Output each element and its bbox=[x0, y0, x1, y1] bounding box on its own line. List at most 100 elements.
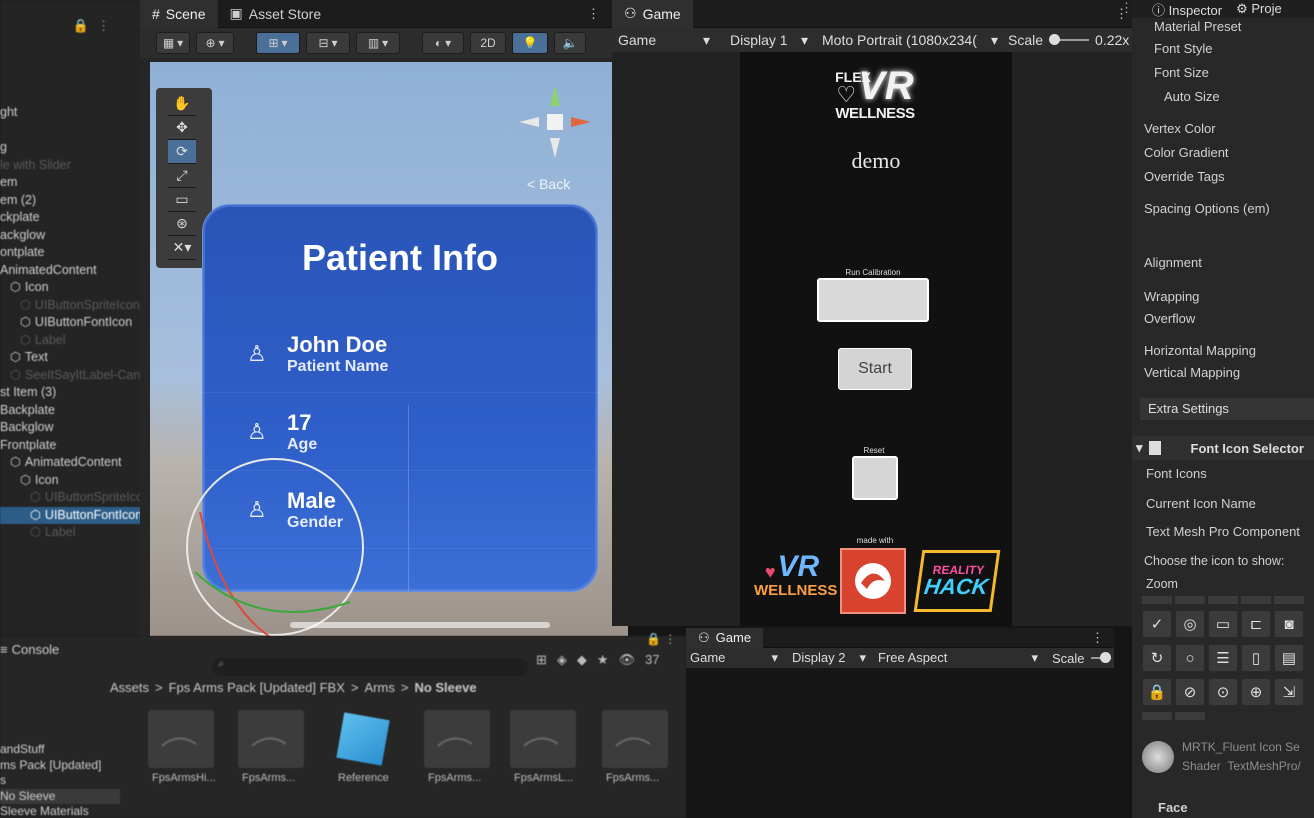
project-lock-icon[interactable]: 🔒 ⋮ bbox=[646, 632, 676, 646]
game2-slider-thumb[interactable] bbox=[1099, 652, 1111, 663]
game-mode-dropdown[interactable]: Game ▾ bbox=[612, 32, 718, 49]
favorite-star-icon[interactable]: ★ bbox=[597, 652, 609, 668]
more-menu-icon[interactable]: ⋮ bbox=[97, 18, 110, 34]
lock-icon[interactable]: 🔒 bbox=[73, 18, 89, 34]
console-tab[interactable]: ≡ Console bbox=[0, 642, 59, 657]
refresh-icon[interactable]: ↻ bbox=[1142, 644, 1172, 672]
search-field[interactable]: ⌕ bbox=[212, 658, 528, 676]
globe-icon: ⊕ bbox=[205, 36, 216, 50]
tab-asset-store[interactable]: ▣ Asset Store bbox=[218, 0, 334, 28]
game2-more-icon[interactable]: ⋮ bbox=[1091, 630, 1114, 646]
hack-text: HACK bbox=[922, 574, 990, 599]
icon-grid-spacer bbox=[1175, 712, 1205, 720]
shader-value[interactable]: TextMeshPro/ bbox=[1227, 759, 1300, 773]
rotate-tool-icon[interactable]: ⟳ bbox=[168, 140, 196, 164]
gizmo-grid-button[interactable]: ▥ ▾ bbox=[356, 32, 400, 54]
resolution-dropdown[interactable]: Moto Portrait (1080x234(▾ bbox=[812, 32, 1002, 49]
scale-slider[interactable] bbox=[1049, 34, 1090, 45]
hierarchy-item-label: Backglow bbox=[0, 420, 54, 434]
project-tree-item[interactable]: No Sleeve bbox=[0, 788, 120, 804]
shading-mode-button[interactable]: ◐ ▾ bbox=[422, 32, 464, 54]
mesh-arm-icon bbox=[161, 737, 197, 747]
camera-icon[interactable]: ◙ bbox=[1274, 610, 1304, 638]
chat-bubble-icon[interactable]: ◎ bbox=[1175, 610, 1205, 638]
scene-horizontal-scrollbar[interactable] bbox=[290, 622, 550, 628]
add-circle-icon[interactable]: ⊕ bbox=[1241, 678, 1271, 706]
label-tag-icon[interactable]: ◆ bbox=[577, 652, 587, 668]
checkmark-icon[interactable]: ✓ bbox=[1142, 610, 1172, 638]
game2-aspect-label: Free Aspect bbox=[878, 650, 948, 665]
game2-display-dropdown[interactable]: Display 2 ▾ bbox=[784, 650, 870, 666]
asset-thumbnail[interactable] bbox=[148, 710, 214, 768]
extra-settings-header[interactable]: Extra Settings bbox=[1140, 398, 1314, 420]
lighting-toggle-button[interactable]: 💡 bbox=[512, 32, 548, 54]
tab-game[interactable]: ⚇ Game bbox=[612, 0, 693, 28]
display-dropdown[interactable]: Display 1 ▾ bbox=[718, 32, 812, 49]
gameobject-cube-icon: ⬡ bbox=[10, 280, 21, 294]
reset-button[interactable] bbox=[852, 456, 898, 500]
patient-field-row[interactable]: ♙ John Doe Patient Name bbox=[203, 315, 597, 393]
orientation-gizmo[interactable] bbox=[515, 82, 595, 162]
scale-slider-thumb[interactable] bbox=[1049, 34, 1061, 45]
snap-increment-button[interactable]: ⊟ ▾ bbox=[306, 32, 350, 54]
panel-icon[interactable]: ▤ bbox=[1274, 644, 1304, 672]
back-label[interactable]: < Back bbox=[527, 176, 570, 192]
draw-mode-button[interactable]: ▦ ▾ bbox=[156, 32, 190, 54]
asset-thumbnail[interactable] bbox=[510, 710, 576, 768]
breadcrumb-item[interactable]: Fps Arms Pack [Updated] FBX bbox=[169, 680, 345, 695]
tab-scene[interactable]: # Scene bbox=[140, 0, 218, 28]
game2-scale-control[interactable]: Scale bbox=[1042, 651, 1111, 666]
circle-icon[interactable]: ○ bbox=[1175, 644, 1205, 672]
asset-thumbnail[interactable] bbox=[238, 710, 304, 768]
create-asset-icon[interactable]: ⊞ bbox=[536, 652, 547, 668]
asset-thumbnail[interactable] bbox=[334, 710, 392, 768]
export-icon[interactable]: ⇲ bbox=[1274, 678, 1304, 706]
tablet-icon[interactable]: ▯ bbox=[1241, 644, 1271, 672]
game2-scale-slider[interactable] bbox=[1090, 652, 1111, 663]
tab-project[interactable]: ⚙ Proje bbox=[1236, 1, 1282, 17]
project-tree-item[interactable]: ms Pack [Updated] bbox=[0, 758, 120, 774]
scale-control[interactable]: Scale 0.22x bbox=[1002, 32, 1129, 48]
location-icon[interactable]: ⊙ bbox=[1208, 678, 1238, 706]
breadcrumb-separator-icon: > bbox=[155, 680, 163, 695]
scene-viewport[interactable]: ✋ ✥ ⟳ ⤢ ▭ ⊛ ✕▾ < Back Patient Info ♙ John… bbox=[150, 62, 628, 636]
global-button[interactable]: ⊕ ▾ bbox=[196, 32, 234, 54]
game-viewport[interactable]: ♡ VR FLEX WELLNESS demo Run Calibration … bbox=[740, 52, 1012, 626]
grid-snap-button[interactable]: ⊞ ▾ bbox=[256, 32, 300, 54]
run-calibration-button[interactable] bbox=[817, 278, 929, 322]
project-tree-item[interactable]: andStuff bbox=[0, 742, 120, 758]
move-tool-icon[interactable]: ✥ bbox=[168, 116, 196, 140]
rotate-handle-gizmo[interactable] bbox=[180, 452, 370, 636]
scene-tabbar: # Scene ▣ Asset Store ⋮ bbox=[140, 0, 612, 28]
transform-tool-icon[interactable]: ⊛ bbox=[168, 212, 196, 236]
toggle-2d-button[interactable]: 2D bbox=[470, 32, 506, 54]
breadcrumb-item[interactable]: Assets bbox=[110, 680, 149, 695]
asset-thumbnail[interactable] bbox=[602, 710, 668, 768]
project-tree-item[interactable]: s bbox=[0, 773, 120, 789]
project-tree-item[interactable]: Sleeve Materials bbox=[0, 804, 120, 818]
hand-tool-icon[interactable]: ✋ bbox=[168, 92, 196, 116]
image-icon[interactable]: ▭ bbox=[1208, 610, 1238, 638]
audio-toggle-button[interactable]: 🔈 bbox=[554, 32, 586, 54]
filter-type-icon[interactable]: ◈ bbox=[557, 652, 567, 668]
asset-thumbnail[interactable] bbox=[424, 710, 490, 768]
custom-tool-icon[interactable]: ✕▾ bbox=[168, 236, 196, 260]
breadcrumb-item[interactable]: No Sleeve bbox=[414, 680, 476, 695]
inspector-more-icon[interactable]: ⋮ bbox=[1120, 0, 1133, 16]
breadcrumb-item[interactable]: Arms bbox=[365, 680, 395, 695]
start-button[interactable]: Start bbox=[838, 348, 912, 390]
game2-viewport[interactable] bbox=[686, 668, 1114, 818]
scale-tool-icon[interactable]: ⤢ bbox=[168, 164, 196, 188]
eye-off-icon[interactable]: ⊘ bbox=[1175, 678, 1205, 706]
tab-game2[interactable]: ⚇ Game bbox=[686, 627, 764, 648]
game2-aspect-dropdown[interactable]: Free Aspect ▾ bbox=[870, 650, 1042, 666]
cart-icon[interactable]: ⊏ bbox=[1241, 610, 1271, 638]
lock-icon[interactable]: 🔒 bbox=[1142, 678, 1172, 706]
hidden-eye-icon[interactable]: 👁 bbox=[619, 652, 636, 668]
scene-more-icon[interactable]: ⋮ bbox=[587, 6, 612, 22]
font-icon-selector-header[interactable]: ▾ Font Icon Selector bbox=[1132, 436, 1314, 460]
rect-tool-icon[interactable]: ▭ bbox=[168, 188, 196, 212]
game2-mode-dropdown[interactable]: Game ▾ bbox=[686, 650, 784, 666]
list-icon[interactable]: ☰ bbox=[1208, 644, 1238, 672]
asset-label: FpsArms... bbox=[242, 772, 296, 784]
